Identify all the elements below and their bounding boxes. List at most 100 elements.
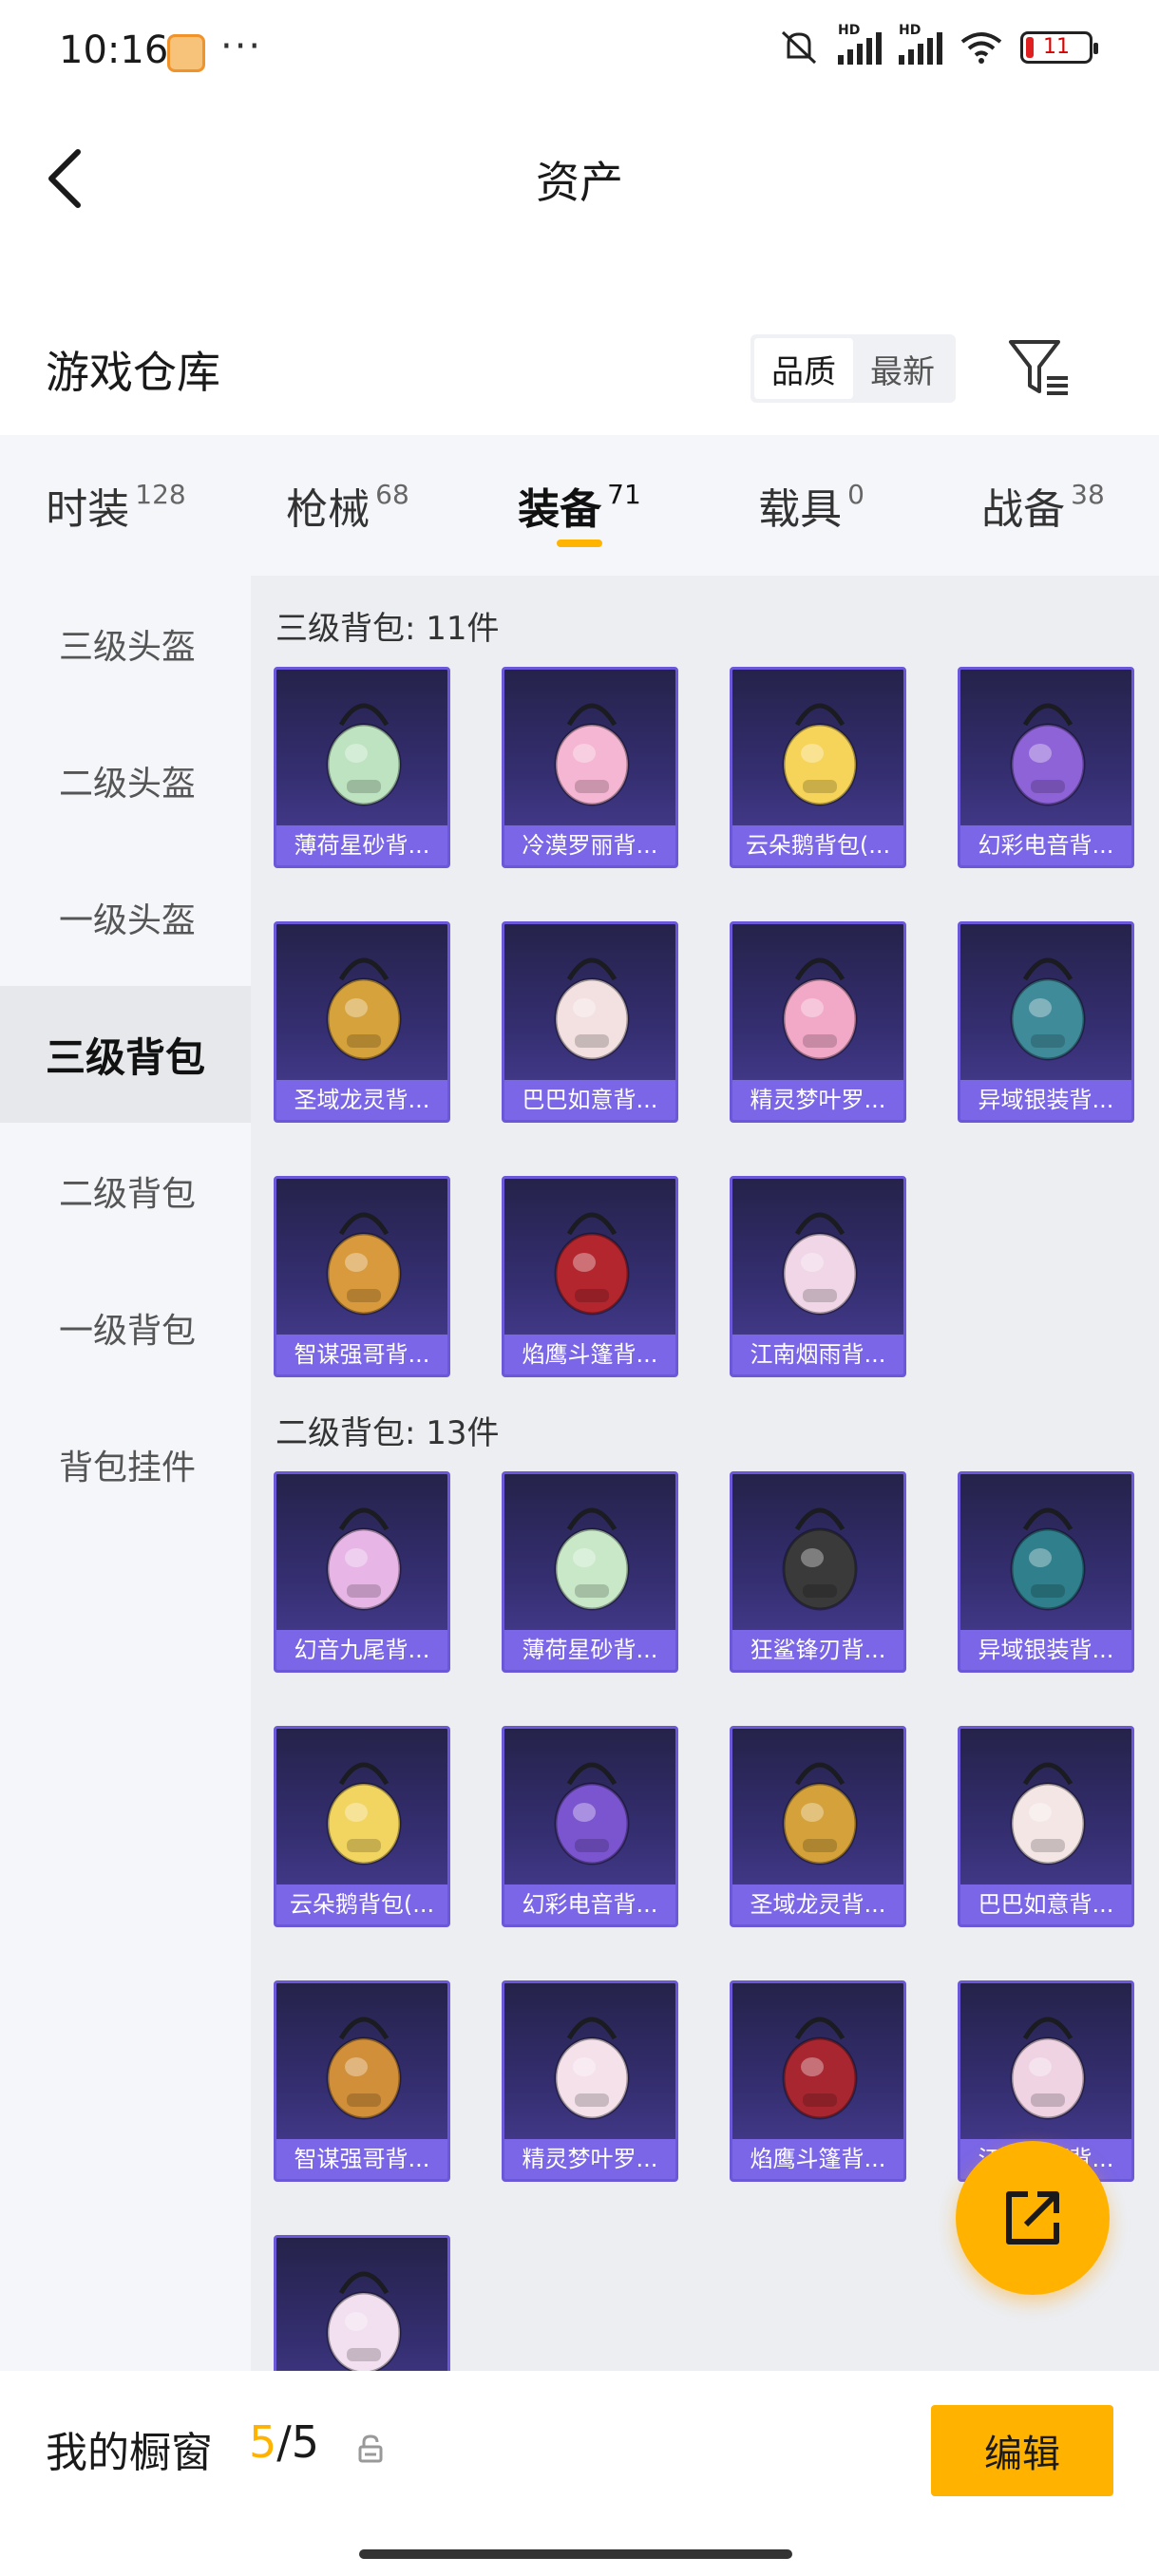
item-card-label: 焰鹰斗篷背... bbox=[504, 1335, 675, 1374]
backpack-icon bbox=[326, 1212, 402, 1316]
item-card[interactable]: 异域银装背... bbox=[958, 1471, 1134, 1673]
item-card[interactable]: 薄荷星砂背... bbox=[502, 1471, 678, 1673]
sidebar-item-backpack-pendant[interactable]: 背包挂件 bbox=[0, 1396, 251, 1533]
backpack-icon bbox=[782, 1212, 858, 1316]
sidebar-item-helmet-lv2[interactable]: 二级头盔 bbox=[0, 712, 251, 849]
share-button[interactable] bbox=[956, 2141, 1110, 2295]
home-indicator[interactable] bbox=[359, 2549, 792, 2559]
more-notifications-icon: ··· bbox=[220, 25, 263, 68]
app-notification-icon bbox=[167, 34, 205, 72]
item-card-label: 云朵鹅背包(... bbox=[732, 825, 903, 865]
lock-icon bbox=[358, 2434, 383, 2463]
status-icons: HD HD 11 bbox=[777, 23, 1098, 66]
sidebar-item-backpack-lv2[interactable]: 二级背包 bbox=[0, 1123, 251, 1260]
section-title: 二级背包: 13件 bbox=[276, 1414, 500, 1452]
sidebar-item-helmet-lv3[interactable]: 三级头盔 bbox=[0, 576, 251, 712]
item-card-label: 圣域龙灵背... bbox=[276, 1080, 447, 1120]
item-card[interactable]: 巴巴如意背... bbox=[502, 921, 678, 1123]
backpack-icon bbox=[326, 2017, 402, 2120]
filter-icon[interactable] bbox=[1005, 334, 1072, 401]
item-card-label: 冷漠罗丽背... bbox=[504, 825, 675, 865]
tab-label: 装备 bbox=[518, 485, 602, 534]
item-card-label: 精灵梦叶罗... bbox=[504, 2139, 675, 2179]
tab-firearms[interactable]: 枪械 68 bbox=[232, 435, 464, 576]
item-card[interactable]: 焰鹰斗篷背... bbox=[730, 1980, 906, 2182]
sort-option-quality[interactable]: 品质 bbox=[754, 338, 853, 399]
item-card[interactable]: 薄荷星砂背... bbox=[274, 667, 450, 868]
tab-equipment[interactable]: 装备 71 bbox=[464, 435, 695, 576]
item-card-label: 幻彩电音背... bbox=[960, 825, 1131, 865]
battery-icon: 11 bbox=[1020, 31, 1098, 64]
sidebar: 三级头盔 二级头盔 一级头盔 三级背包 二级背包 一级背包 背包挂件 bbox=[0, 576, 251, 2371]
sidebar-item-backpack-lv3[interactable]: 三级背包 bbox=[0, 986, 251, 1123]
item-card[interactable]: 幻音九尾背... bbox=[274, 1471, 450, 1673]
active-tab-indicator bbox=[557, 540, 602, 547]
sidebar-item-helmet-lv1[interactable]: 一级头盔 bbox=[0, 849, 251, 986]
item-card[interactable]: 异域银装背... bbox=[958, 921, 1134, 1123]
hd-label: HD bbox=[899, 23, 922, 38]
showcase-total: /5 bbox=[276, 2416, 320, 2468]
tab-label: 载具 bbox=[758, 485, 843, 534]
item-card[interactable]: 狂鲨锋刃背... bbox=[730, 1471, 906, 1673]
item-card[interactable]: 圣域龙灵背... bbox=[274, 921, 450, 1123]
item-card[interactable]: 幻彩电音背... bbox=[502, 1726, 678, 1927]
tab-label: 战备 bbox=[981, 485, 1066, 534]
item-card-label: 云朵鹅背包(... bbox=[276, 1885, 447, 1924]
edit-button[interactable]: 编辑 bbox=[931, 2405, 1113, 2496]
tab-count: 38 bbox=[1071, 478, 1105, 510]
item-card[interactable]: 圣域龙灵背... bbox=[730, 1726, 906, 1927]
hd-label: HD bbox=[838, 23, 861, 38]
item-card[interactable]: 幻彩电音背... bbox=[958, 667, 1134, 868]
item-card[interactable]: 云朵鹅背包(... bbox=[730, 667, 906, 868]
backpack-icon bbox=[782, 2017, 858, 2120]
item-card-label: 幻彩电音背... bbox=[504, 1885, 675, 1924]
tab-fashion[interactable]: 时装 128 bbox=[0, 435, 232, 576]
tab-supplies[interactable]: 战备 38 bbox=[927, 435, 1159, 576]
item-card[interactable]: 智谋强哥背... bbox=[274, 1176, 450, 1377]
item-card[interactable]: 冷漠罗丽背... bbox=[502, 667, 678, 868]
sort-option-newest[interactable]: 最新 bbox=[853, 338, 952, 399]
item-card-label: 薄荷星砂背... bbox=[504, 1630, 675, 1670]
item-card[interactable]: 智谋强哥背... bbox=[274, 1980, 450, 2182]
item-card-label: 精灵梦叶罗... bbox=[732, 1080, 903, 1120]
warehouse-title: 游戏仓库 bbox=[46, 347, 220, 398]
item-card[interactable]: 江南烟雨背... bbox=[730, 1176, 906, 1377]
backpack-icon bbox=[782, 1507, 858, 1611]
item-card[interactable]: 焰鹰斗篷背... bbox=[502, 1176, 678, 1377]
page-title: 资产 bbox=[536, 157, 623, 208]
item-card-label: 巴巴如意背... bbox=[960, 1885, 1131, 1924]
backpack-icon bbox=[326, 957, 402, 1061]
item-card[interactable]: 云朵鹅背包(... bbox=[274, 1726, 450, 1927]
backpack-icon bbox=[554, 1507, 630, 1611]
backpack-icon bbox=[554, 2017, 630, 2120]
backpack-icon bbox=[782, 1762, 858, 1866]
backpack-icon bbox=[554, 1212, 630, 1316]
status-time: 10:16 bbox=[59, 28, 169, 72]
tab-label: 枪械 bbox=[286, 485, 370, 534]
tab-count: 71 bbox=[607, 478, 641, 510]
backpack-icon bbox=[1010, 703, 1086, 806]
backpack-icon bbox=[554, 703, 630, 806]
item-card-label: 幻音九尾背... bbox=[276, 1630, 447, 1670]
category-tabs: 时装 128 枪械 68 装备 71 载具 0 战备 38 bbox=[0, 435, 1159, 576]
tab-vehicles[interactable]: 载具 0 bbox=[695, 435, 927, 576]
item-card[interactable]: 精灵梦叶罗... bbox=[730, 921, 906, 1123]
backpack-icon bbox=[326, 2271, 402, 2371]
sort-toggle: 品质 最新 bbox=[750, 334, 956, 403]
item-card[interactable] bbox=[274, 2235, 450, 2371]
tab-count: 68 bbox=[375, 478, 409, 510]
item-grid: 三级背包: 11件 二级背包: 13件 薄荷星砂背... 冷漠罗丽背... 云朵鹅背… bbox=[251, 576, 1159, 2371]
showcase-current: 5 bbox=[249, 2416, 277, 2468]
item-card[interactable]: 巴巴如意背... bbox=[958, 1726, 1134, 1927]
battery-level: 11 bbox=[1043, 35, 1070, 59]
item-card[interactable]: 精灵梦叶罗... bbox=[502, 1980, 678, 2182]
sidebar-item-backpack-lv1[interactable]: 一级背包 bbox=[0, 1260, 251, 1396]
mute-icon bbox=[781, 30, 817, 65]
backpack-icon bbox=[326, 1507, 402, 1611]
tab-label: 时装 bbox=[46, 485, 130, 534]
backpack-icon bbox=[554, 957, 630, 1061]
item-card-label: 智谋强哥背... bbox=[276, 1335, 447, 1374]
item-card-label: 江南烟雨背... bbox=[732, 1335, 903, 1374]
showcase-title: 我的橱窗 bbox=[46, 2429, 213, 2477]
tab-count: 128 bbox=[135, 478, 186, 510]
